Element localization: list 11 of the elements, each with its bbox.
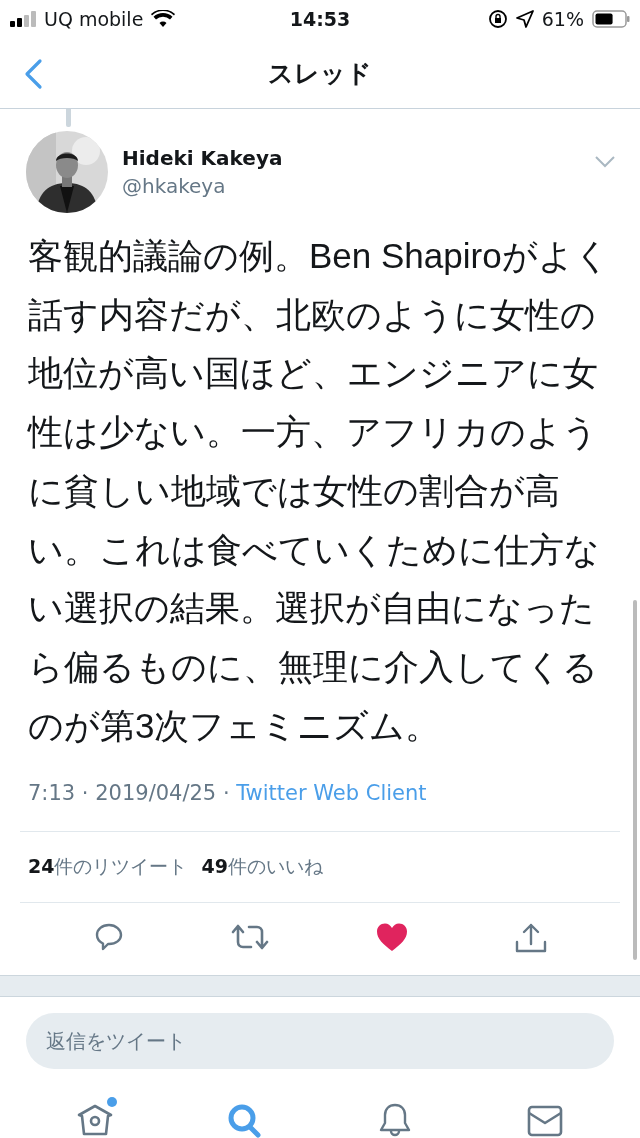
battery-percent: 61% — [541, 8, 584, 30]
author-name: Hideki Kakeya — [122, 146, 284, 170]
screen-title: スレッド — [268, 57, 372, 90]
stat-count[interactable]: 49件のいいね — [201, 854, 323, 881]
carrier-name: UQ mobile — [44, 8, 144, 30]
tweet-timestamp: 7:13 · 2019/04/25 · — [28, 781, 231, 806]
tweet-text: 客観的議論の例。Ben Shapiroがよく話す内容だが、北欧のように女性の地位が高い国ほど、エンジニアに女性は少ない。一方、アフリカのように貧しい地域では女性の割合が高い。これは食べていくために仕方ない選択の結果。選択が自由になったら偏るものに、無理に介入してくるのが第3次フェミニズム。 — [26, 235, 611, 747]
author-handle: @hkakeya — [122, 174, 227, 198]
reply-field[interactable]: 返信をツイート — [26, 1013, 614, 1070]
clock: 14:53 — [289, 8, 351, 30]
stat-count[interactable]: 24件のリツイート — [28, 854, 188, 881]
